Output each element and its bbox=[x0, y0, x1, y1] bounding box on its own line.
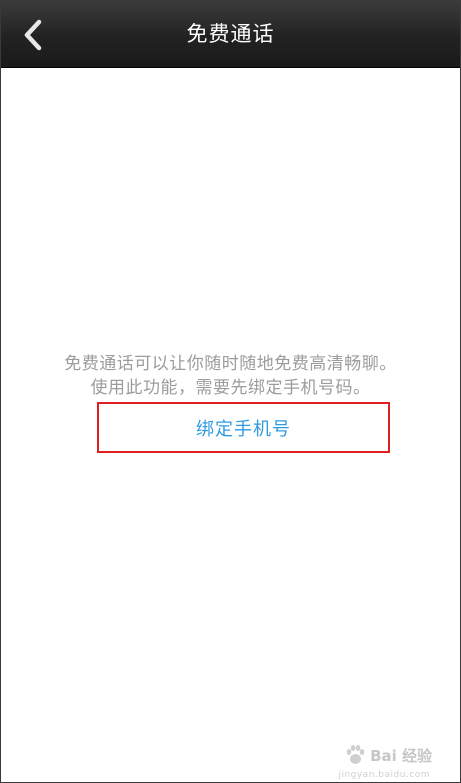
watermark-text: Bai 经验 bbox=[370, 746, 432, 765]
baidu-watermark: Bai 经验 bbox=[344, 744, 432, 766]
description-line-1: 免费通话可以让你随时随地免费高清畅聊。 bbox=[64, 354, 397, 374]
watermark-url: jingyan.baidu.com bbox=[338, 770, 430, 780]
bind-phone-label: 绑定手机号 bbox=[196, 418, 291, 440]
paw-logo-icon bbox=[346, 745, 365, 764]
description-line-2: 使用此功能，需要先绑定手机号码。 bbox=[90, 378, 371, 398]
bind-phone-button[interactable]: 绑定手机号 bbox=[97, 402, 390, 453]
title-bar: 免费通话 bbox=[1, 1, 460, 68]
page-title: 免费通话 bbox=[186, 22, 275, 46]
app-screen: 免费通话 免费通话可以让你随时随地免费高清畅聊。 使用此功能，需要先绑定手机号码… bbox=[0, 0, 461, 783]
